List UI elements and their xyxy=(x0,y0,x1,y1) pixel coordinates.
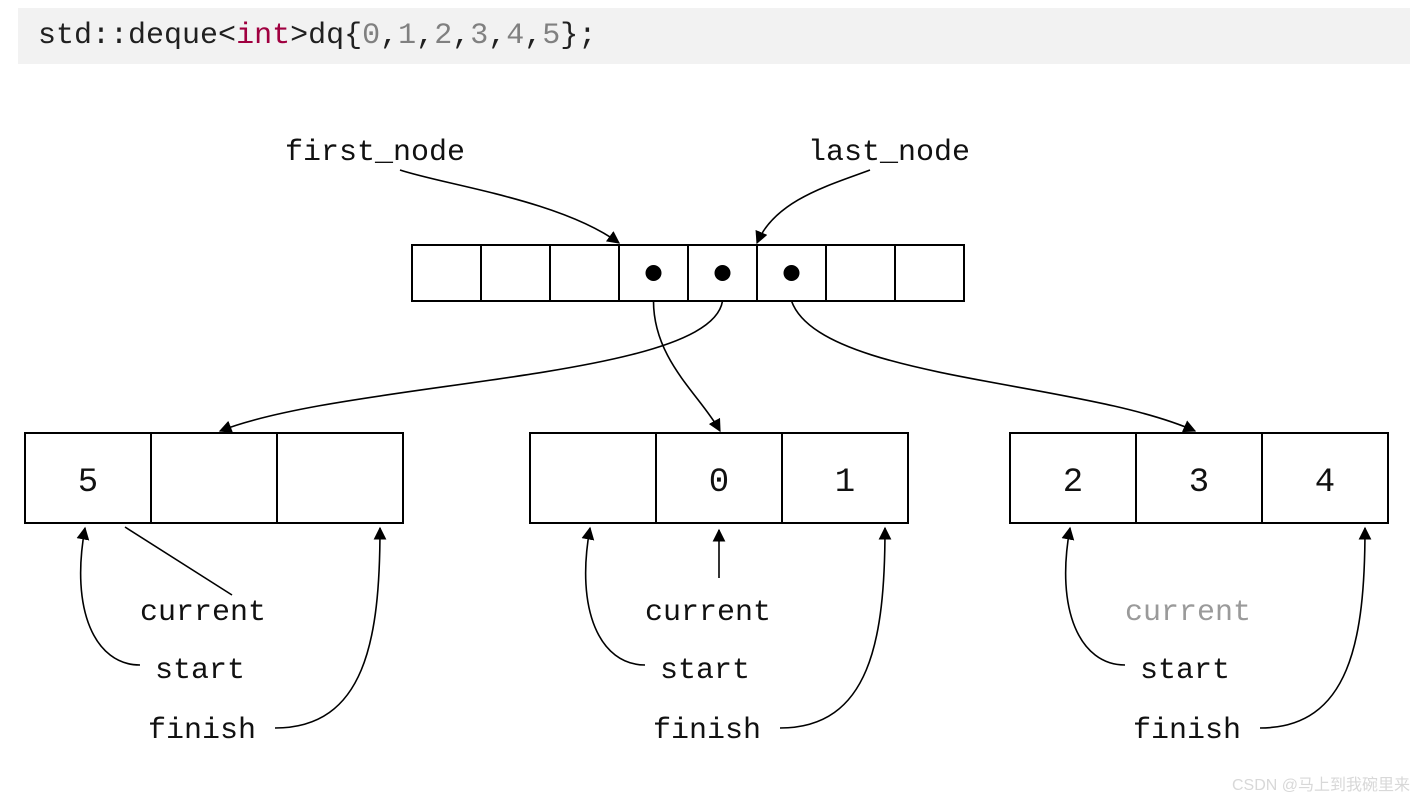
finish-label: finish xyxy=(148,714,256,748)
start-label: start xyxy=(660,654,750,688)
start-label: start xyxy=(155,654,245,688)
map-node-dot xyxy=(646,265,662,281)
finish-arrow-right xyxy=(1260,528,1365,728)
watermark: CSDN @马上到我碗里来 xyxy=(1232,776,1410,794)
start-arrow-middle xyxy=(586,528,645,665)
cell-value: 2 xyxy=(1063,464,1083,502)
map-to-left-arrow xyxy=(220,301,723,431)
chunk-right: 2 3 4 xyxy=(1010,433,1388,523)
current-label: current xyxy=(645,596,771,630)
start-label: start xyxy=(1140,654,1230,688)
cell-value: 5 xyxy=(78,464,98,502)
first-node-label: first_node xyxy=(285,136,465,170)
chunk-middle: 0 1 xyxy=(530,433,908,523)
cell-value: 0 xyxy=(709,464,729,502)
cell-value: 1 xyxy=(835,464,855,502)
finish-arrow-middle xyxy=(780,528,885,728)
start-arrow-left xyxy=(81,528,140,665)
current-line-left xyxy=(125,527,232,595)
last-node-label: last_node xyxy=(808,136,970,170)
cell-value: 4 xyxy=(1315,464,1335,502)
finish-label: finish xyxy=(1133,714,1241,748)
map-node-dot xyxy=(715,265,731,281)
current-label-gray: current xyxy=(1125,596,1251,630)
map-to-right-arrow xyxy=(792,301,1196,431)
start-arrow-right xyxy=(1066,528,1125,665)
map-node-dot xyxy=(784,265,800,281)
first-node-arrow xyxy=(400,170,619,243)
deque-diagram: first_node last_node 5 current start fin… xyxy=(0,0,1427,800)
chunk-left: 5 xyxy=(25,433,403,523)
map-array xyxy=(412,245,964,301)
cell-value: 3 xyxy=(1189,464,1209,502)
last-node-arrow xyxy=(757,170,870,243)
finish-label: finish xyxy=(653,714,761,748)
finish-arrow-left xyxy=(275,528,380,728)
current-label: current xyxy=(140,596,266,630)
